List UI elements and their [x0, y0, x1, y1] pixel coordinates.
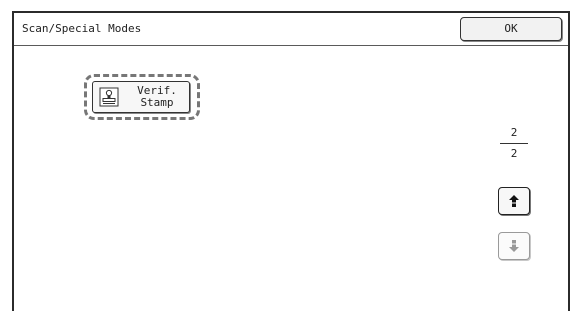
- arrow-up-icon: [509, 195, 519, 207]
- title-bar: Scan/Special Modes OK: [14, 13, 568, 46]
- verification-stamp-icon: [99, 87, 119, 107]
- scroll-down-button[interactable]: [498, 232, 530, 260]
- ok-button[interactable]: OK: [460, 17, 562, 41]
- scan-special-modes-screen: Scan/Special Modes OK Verif. Stamp 2 2: [12, 11, 570, 311]
- page-current: 2: [510, 126, 518, 139]
- screen-title: Scan/Special Modes: [22, 22, 142, 35]
- verification-stamp-label: Verif. Stamp: [137, 84, 177, 109]
- arrow-down-icon: [509, 240, 519, 252]
- page-divider: [500, 143, 528, 144]
- scroll-up-button[interactable]: [498, 187, 530, 215]
- verification-stamp-button[interactable]: Verif. Stamp: [92, 81, 190, 113]
- page-total: 2: [510, 147, 518, 160]
